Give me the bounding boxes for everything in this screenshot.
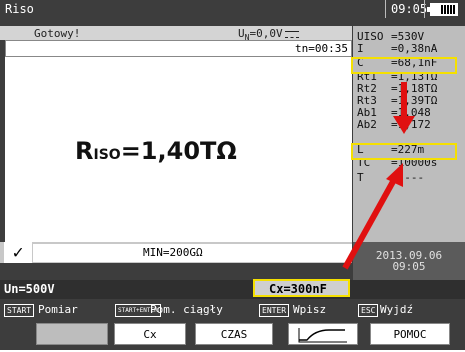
key-legend: START Pomiar START+ENTER Pom. ciągły ENT…	[0, 301, 465, 319]
status-row: Gotowy! UN=0,0V	[0, 26, 352, 42]
timer-value: tn=00:35	[295, 42, 348, 55]
side-result-row: Ab2 =1,172	[357, 118, 463, 131]
status-text: Gotowy!	[34, 27, 81, 40]
side-result-row: I =0,38nA	[357, 42, 463, 55]
divider	[424, 0, 425, 18]
cx-button[interactable]: Cx	[114, 323, 186, 345]
esc-key-icon: ESC	[358, 304, 379, 317]
side-result-row: Ab1 =1,048	[357, 106, 463, 119]
un-setting[interactable]: Un=500V	[4, 282, 64, 297]
side-result-value: =----	[391, 171, 425, 184]
graph-button[interactable]	[288, 323, 358, 345]
legend-label: Pom. ciągły	[150, 303, 223, 316]
side-result-row: Rt3 =1,39TΩ	[357, 94, 463, 107]
clock: 09:05	[391, 2, 428, 16]
side-result-value: =0,38nA	[391, 42, 438, 55]
function-key-bar: Cx CZAS POMOC	[0, 320, 465, 350]
legend-label: Wyjdź	[380, 303, 414, 316]
limit-box: MIN=200GΩ	[33, 244, 352, 262]
legend-label: Wpisz	[293, 303, 327, 316]
title-bar: Riso 09:05	[0, 0, 465, 18]
battery-icon	[427, 3, 458, 16]
enter-key-icon: ENTER	[259, 304, 290, 317]
l-highlight-box	[351, 143, 457, 160]
settings-row	[0, 280, 465, 299]
czas-button[interactable]: CZAS	[195, 323, 273, 345]
side-result-key: I	[357, 42, 364, 55]
side-result-key: T	[357, 171, 364, 184]
graph-curve-icon	[298, 328, 347, 343]
legend-label: Pomiar	[38, 303, 78, 316]
check-icon: ✓	[4, 242, 32, 263]
date-time-box: 2013.09.06 09:05	[353, 242, 465, 280]
side-result-key: Ab2	[357, 118, 377, 131]
dc-symbol-icon	[284, 30, 299, 38]
start-key-icon: START	[4, 304, 35, 317]
side-result-row: T =----	[357, 171, 463, 184]
pomoc-button[interactable]: POMOC	[370, 323, 450, 345]
time-text: 09:05	[392, 260, 426, 273]
c-highlight-box	[351, 57, 457, 74]
timer-bar: tn=00:35	[5, 40, 352, 57]
side-result-row: UISO =530V	[357, 30, 463, 43]
limit-text: MIN=200GΩ	[143, 246, 203, 259]
side-result-row: Rt2 =1,18TΩ	[357, 82, 463, 95]
side-result-value: =1,172	[391, 118, 431, 131]
cx-setting[interactable]: Cx=300nF	[253, 279, 350, 297]
f1-button[interactable]	[36, 323, 108, 345]
window-title: Riso	[5, 2, 34, 16]
divider	[385, 0, 386, 18]
main-result: RISO=1,40TΩ	[75, 137, 237, 165]
